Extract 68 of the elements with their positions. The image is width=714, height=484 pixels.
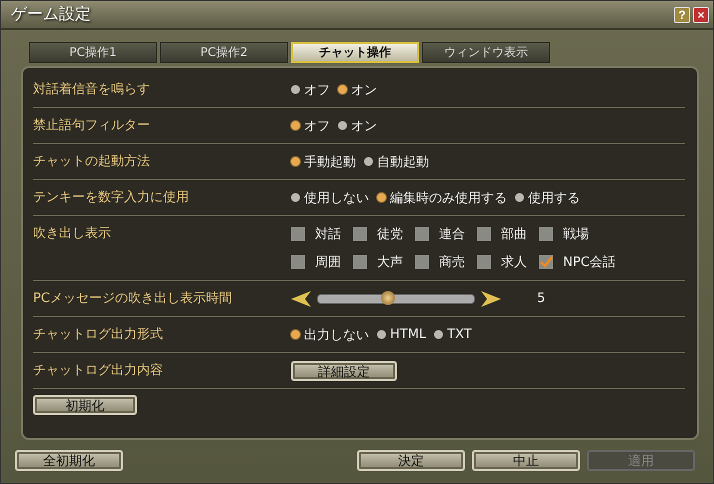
setting-label: PCメッセージの吹き出し表示時間 (33, 290, 233, 308)
option-label: 手動起動 (304, 154, 356, 170)
tab[interactable]: ウィンドウ表示 (422, 42, 550, 63)
radio-button[interactable] (291, 330, 300, 339)
option-label: 大声 (377, 254, 403, 271)
option-label: オフ (304, 118, 330, 134)
checkbox[interactable] (539, 255, 553, 269)
option-label: NPC会話 (563, 254, 616, 271)
option-label: オフ (304, 82, 330, 98)
checkbox[interactable] (291, 255, 305, 269)
option-label: 徒党 (377, 226, 403, 243)
close-button[interactable]: × (693, 6, 709, 22)
radio-button[interactable] (291, 121, 300, 130)
radio-button[interactable] (291, 193, 300, 202)
checkbox[interactable] (353, 227, 367, 241)
option-label: 部曲 (501, 226, 527, 243)
reset-all-button[interactable]: 全初期化 (15, 450, 123, 471)
option-label: 戦場 (563, 226, 589, 243)
option-label: 使用する (528, 190, 580, 206)
option-label: 求人 (501, 254, 527, 271)
left-arrow-icon[interactable] (291, 290, 311, 306)
setting-label: チャットの起動方法 (33, 153, 151, 171)
option-label: 対話 (315, 226, 341, 243)
slider-track[interactable] (317, 294, 475, 304)
tab[interactable]: PC操作2 (160, 42, 288, 63)
setting-label: テンキーを数字入力に使用 (33, 189, 190, 207)
right-arrow-icon[interactable] (481, 290, 501, 306)
option-label: 連合 (439, 226, 465, 243)
checkbox[interactable] (415, 227, 429, 241)
checkbox[interactable] (477, 227, 491, 241)
reset-button[interactable]: 初期化 (33, 395, 137, 415)
option-label: 周囲 (315, 254, 341, 271)
checkbox[interactable] (291, 227, 305, 241)
tab[interactable]: チャット操作 (291, 42, 419, 63)
radio-button[interactable] (364, 157, 373, 166)
radio-button[interactable] (338, 121, 347, 130)
option-label: 商売 (439, 254, 465, 271)
option-label: 出力しない (304, 326, 369, 344)
checkbox[interactable] (539, 227, 553, 241)
radio-button[interactable] (377, 330, 386, 339)
setting-label: チャットログ出力形式 (33, 326, 164, 344)
setting-label: 禁止語句フィルター (33, 117, 151, 135)
radio-button[interactable] (515, 193, 524, 202)
option-label: 編集時のみ使用する (390, 190, 507, 206)
option-label: 自動起動 (377, 154, 429, 170)
radio-button[interactable] (291, 157, 300, 166)
slider-thumb[interactable] (381, 290, 396, 304)
setting-label: 対話着信音を鳴らす (33, 81, 151, 99)
checkbox[interactable] (477, 255, 491, 269)
radio-button[interactable] (291, 85, 300, 94)
option-label: オン (351, 82, 377, 98)
radio-button[interactable] (434, 330, 444, 339)
checkbox[interactable] (415, 255, 429, 269)
setting-label: 吹き出し表示 (33, 225, 112, 243)
radio-button[interactable] (377, 193, 386, 202)
detail-settings-button[interactable]: 詳細設定 (291, 360, 397, 380)
checkbox[interactable] (353, 255, 367, 269)
slider-value: 5 (537, 291, 546, 306)
radio-button[interactable] (338, 85, 347, 94)
setting-label: チャットログ出力内容 (33, 362, 164, 380)
dialog-button[interactable]: 決定 (357, 450, 465, 471)
option-label: オン (351, 118, 377, 134)
dialog-button[interactable]: 中止 (472, 450, 580, 471)
option-label: HTML (390, 327, 426, 342)
option-label: TXT (447, 327, 472, 342)
tab[interactable]: PC操作1 (29, 42, 157, 63)
window-title: ゲーム設定 (11, 4, 91, 25)
option-label: 使用しない (304, 190, 369, 206)
